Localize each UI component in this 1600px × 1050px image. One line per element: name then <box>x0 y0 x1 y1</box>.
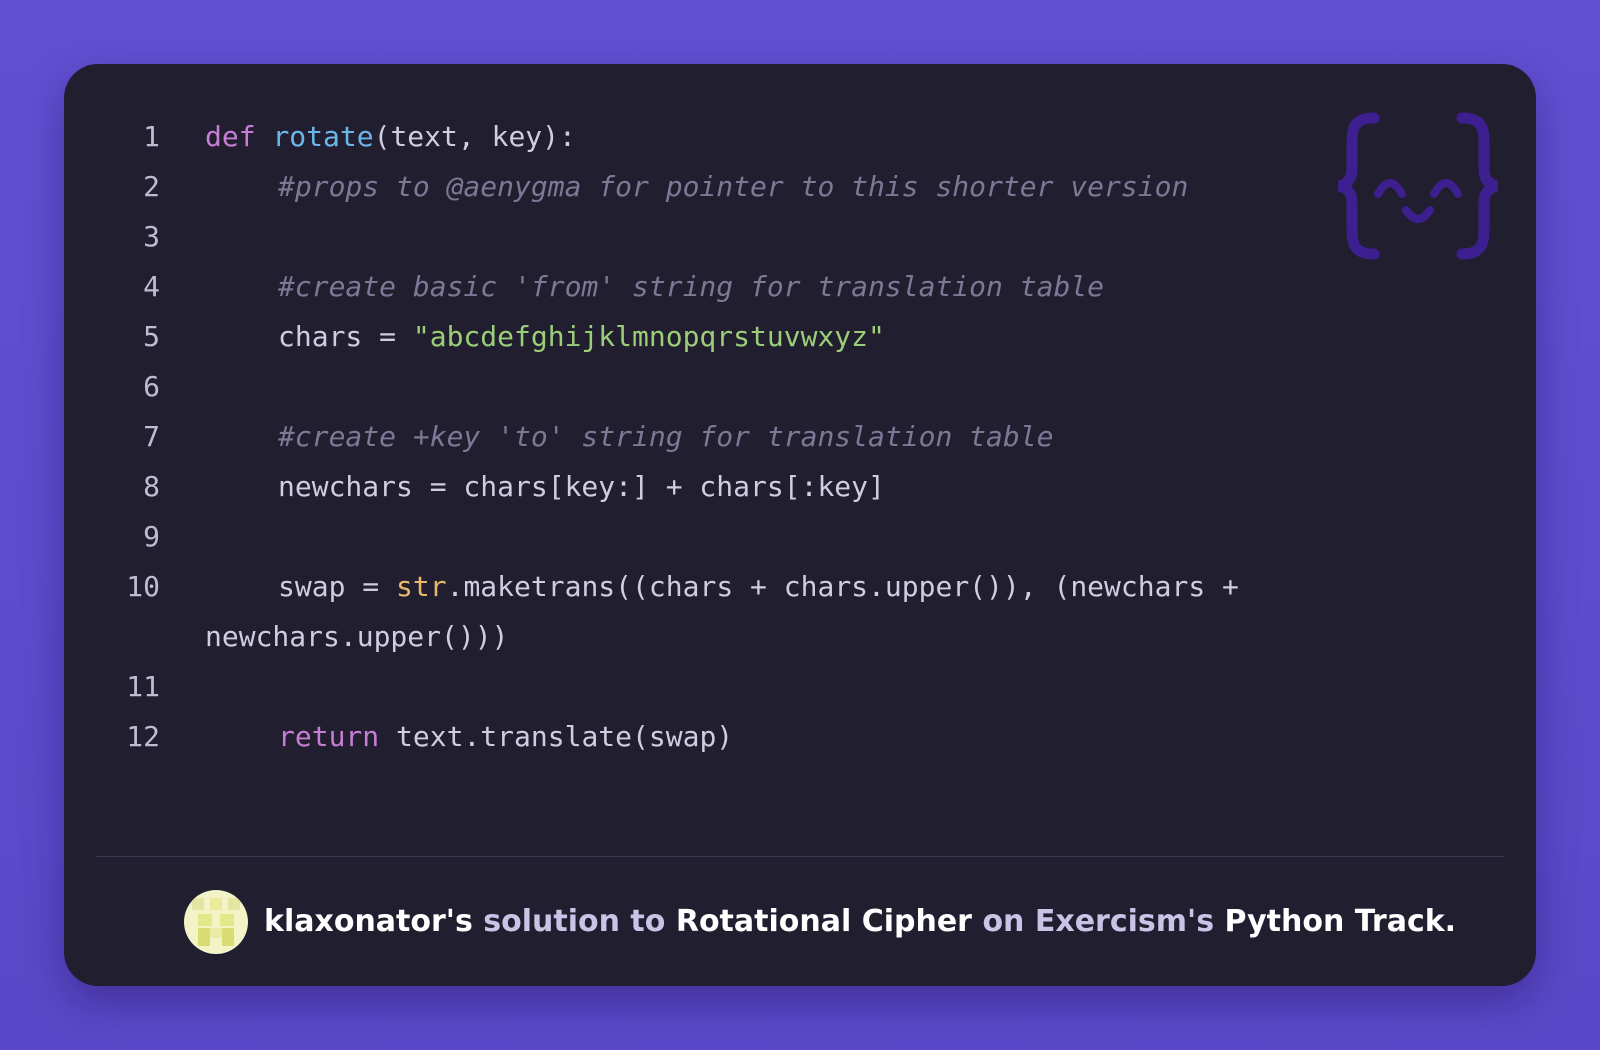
code-line: 11 <box>98 662 1398 712</box>
line-number: 5 <box>143 320 160 353</box>
solution-to-text: solution to <box>483 904 666 939</box>
call-token: .maketrans((chars + chars.upper()), (new… <box>446 570 1239 603</box>
comment-text: #props to @aenygma for pointer to this s… <box>278 170 1189 203</box>
code-block: 1 def rotate(text, key): 2 #props to @ae… <box>98 112 1398 762</box>
call-token: text.translate(swap) <box>379 720 734 753</box>
on-text: on <box>972 890 1035 954</box>
line-number: 2 <box>143 170 160 203</box>
user-avatar-icon[interactable] <box>184 890 248 954</box>
line-number: 8 <box>143 470 160 503</box>
username-link[interactable]: klaxonator's <box>264 890 473 954</box>
track-text: Python Track. <box>1224 904 1457 939</box>
line-number: 7 <box>143 420 160 453</box>
assignment-token: swap = <box>278 570 397 603</box>
code-line: 9 <box>98 512 1398 562</box>
site-link[interactable]: Exercism's <box>1035 890 1214 954</box>
code-text: def rotate(text, key): <box>205 112 576 162</box>
code-text: chars = "abcdefghijklmnopqrstuvwxyz" <box>205 312 885 362</box>
line-number: 3 <box>143 220 160 253</box>
code-line: 2 #props to @aenygma for pointer to this… <box>98 162 1398 212</box>
code-line: 6 <box>98 362 1398 412</box>
line-number: 9 <box>143 520 160 553</box>
line-number: 1 <box>143 120 160 153</box>
code-line: 12 return text.translate(swap) <box>98 712 1398 762</box>
attribution-text: solution to <box>473 890 676 954</box>
function-name-token: rotate <box>272 120 374 153</box>
code-line: 3 <box>98 212 1398 262</box>
keyword-token: def <box>205 120 256 153</box>
code-line: 5 chars = "abcdefghijklmnopqrstuvwxyz" <box>98 312 1398 362</box>
solution-card: 1 def rotate(text, key): 2 #props to @ae… <box>64 64 1536 986</box>
code-line: 1 def rotate(text, key): <box>98 112 1398 162</box>
assignment-token: chars = <box>278 320 413 353</box>
line-number: 10 <box>126 570 160 603</box>
code-text: newchars = chars[key:] + chars[:key] <box>278 470 885 503</box>
code-text: return text.translate(swap) <box>205 712 733 762</box>
code-line: 10 swap = str.maketrans((chars + chars.u… <box>98 562 1398 612</box>
code-line-continuation: newchars.upper())) <box>205 620 509 653</box>
line-number: 6 <box>143 370 160 403</box>
builtin-token: str <box>396 570 447 603</box>
code-line: 8 newchars = chars[key:] + chars[:key] <box>98 462 1398 512</box>
comment-text: #create +key 'to' string for translation… <box>278 420 1054 453</box>
code-line: 7 #create +key 'to' string for translati… <box>98 412 1398 462</box>
divider <box>96 856 1504 857</box>
line-number: 11 <box>126 670 160 703</box>
on-word: on <box>982 904 1025 939</box>
line-number: 4 <box>143 270 160 303</box>
track-link[interactable]: Python Track. <box>1214 890 1457 954</box>
keyword-token: return <box>278 720 380 753</box>
code-text: swap = str.maketrans((chars + chars.uppe… <box>205 562 1239 612</box>
line-number: 12 <box>126 720 160 753</box>
attribution-footer: klaxonator's solution to Rotational Ciph… <box>184 890 1456 954</box>
params-token: (text, key): <box>373 120 576 153</box>
string-token: "abcdefghijklmnopqrstuvwxyz" <box>412 320 885 353</box>
code-line: 4 #create basic 'from' string for transl… <box>98 262 1398 312</box>
exercise-link[interactable]: Rotational Cipher <box>676 890 972 954</box>
comment-text: #create basic 'from' string for translat… <box>278 270 1105 303</box>
